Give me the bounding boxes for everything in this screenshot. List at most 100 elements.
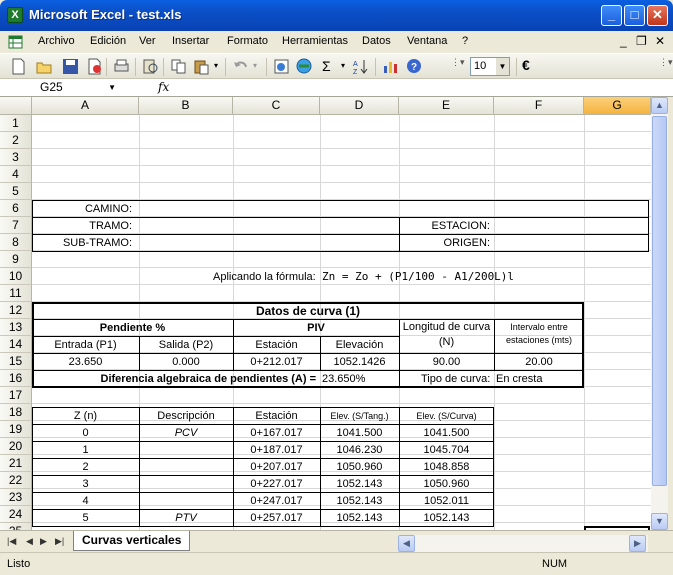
row-header-2[interactable]: 2: [0, 132, 32, 149]
table-cell[interactable]: [139, 476, 233, 493]
table-cell[interactable]: 0+227.017: [233, 476, 320, 493]
table-cell[interactable]: 3: [32, 476, 139, 493]
undo-dropdown-icon[interactable]: ▾: [253, 61, 257, 70]
menu-edicion[interactable]: Edición: [90, 35, 126, 47]
doc-restore-button[interactable]: ❐: [636, 34, 647, 48]
scroll-up-icon[interactable]: ▲: [651, 97, 668, 114]
paste-dropdown-icon[interactable]: ▾: [214, 61, 218, 70]
row-header-19[interactable]: 19: [0, 421, 32, 438]
euro-icon[interactable]: €: [522, 57, 530, 73]
sheet-tab-curvas-verticales[interactable]: Curvas verticales: [73, 531, 191, 551]
help-icon[interactable]: ?: [406, 58, 423, 75]
next-sheet-icon[interactable]: ▶: [40, 536, 47, 547]
row-header-11[interactable]: 11: [0, 285, 32, 302]
last-sheet-icon[interactable]: ▶|: [55, 536, 64, 547]
workbook-icon[interactable]: [8, 34, 24, 50]
table-cell[interactable]: 0: [32, 425, 139, 442]
table-cell[interactable]: 1041.500: [320, 425, 399, 442]
table-cell[interactable]: PTV: [139, 510, 233, 527]
row-header-12[interactable]: 12: [0, 302, 32, 319]
worksheet-grid[interactable]: A B C D E F G 1 2 3 4 5 6 7 8 9 10 11 12 13 14 15 16 17 1…: [0, 97, 651, 530]
table-cell[interactable]: 1052.143: [320, 476, 399, 493]
doc-close-button[interactable]: ✕: [655, 34, 665, 48]
name-box[interactable]: G25 ▼: [2, 80, 118, 96]
menu-formato[interactable]: Formato: [227, 35, 268, 47]
row-header-4[interactable]: 4: [0, 166, 32, 183]
col-header-g[interactable]: G: [584, 97, 651, 115]
row-header-7[interactable]: 7: [0, 217, 32, 234]
table-cell[interactable]: 1052.011: [399, 493, 494, 510]
row-header-23[interactable]: 23: [0, 489, 32, 506]
row-header-25[interactable]: 25: [0, 523, 32, 530]
table-cell[interactable]: 0+247.017: [233, 493, 320, 510]
table-cell[interactable]: 1045.704: [399, 442, 494, 459]
col-header-c[interactable]: C: [233, 97, 320, 115]
undo-icon[interactable]: [232, 58, 249, 75]
menu-datos[interactable]: Datos: [362, 35, 391, 47]
col-header-f[interactable]: F: [494, 97, 584, 115]
print-icon[interactable]: [113, 58, 130, 75]
menu-ventana[interactable]: Ventana: [407, 35, 447, 47]
hyperlink-icon[interactable]: [273, 58, 290, 75]
vertical-scroll-thumb[interactable]: [652, 116, 667, 486]
row-header-5[interactable]: 5: [0, 183, 32, 200]
menu-insertar[interactable]: Insertar: [172, 35, 209, 47]
row-header-17[interactable]: 17: [0, 387, 32, 404]
row-header-24[interactable]: 24: [0, 506, 32, 523]
table-cell[interactable]: 1050.960: [399, 476, 494, 493]
maximize-button[interactable]: □: [624, 5, 645, 26]
save-icon[interactable]: [62, 58, 79, 75]
open-icon[interactable]: [36, 58, 53, 75]
row-header-8[interactable]: 8: [0, 234, 32, 251]
toolbar-options-icon[interactable]: ⋮▾: [451, 57, 465, 68]
chart-wizard-icon[interactable]: [382, 58, 399, 75]
table-cell[interactable]: 1: [32, 442, 139, 459]
minimize-button[interactable]: _: [601, 5, 622, 26]
paste-icon[interactable]: [193, 58, 210, 75]
table-cell[interactable]: PCV: [139, 425, 233, 442]
insert-function-icon[interactable]: fx: [158, 80, 169, 94]
horizontal-scrollbar[interactable]: ◀ ▶: [398, 535, 648, 552]
chevron-down-icon[interactable]: ▼: [108, 83, 116, 92]
toolbar-options-icon[interactable]: ⋮▾: [659, 57, 673, 68]
piv-estacion-value[interactable]: 0+212.017: [233, 354, 320, 371]
copy-icon[interactable]: [170, 58, 187, 75]
scroll-left-icon[interactable]: ◀: [398, 535, 415, 552]
row-header-18[interactable]: 18: [0, 404, 32, 421]
excel-app-icon[interactable]: X: [7, 7, 23, 23]
autosum-dropdown-icon[interactable]: ▾: [341, 61, 345, 70]
row-header-10[interactable]: 10: [0, 268, 32, 285]
row-header-9[interactable]: 9: [0, 251, 32, 268]
table-cell[interactable]: 0+207.017: [233, 459, 320, 476]
row-header-14[interactable]: 14: [0, 336, 32, 353]
row-header-22[interactable]: 22: [0, 472, 32, 489]
col-header-e[interactable]: E: [399, 97, 494, 115]
sort-ascending-icon[interactable]: AZ: [352, 58, 369, 75]
table-cell[interactable]: [139, 442, 233, 459]
col-header-b[interactable]: B: [139, 97, 233, 115]
research-icon[interactable]: [142, 58, 159, 75]
menu-ver[interactable]: Ver: [139, 35, 156, 47]
chevron-down-icon[interactable]: ▼: [496, 58, 509, 75]
col-header-a[interactable]: A: [32, 97, 139, 115]
table-cell[interactable]: 0+257.017: [233, 510, 320, 527]
table-cell[interactable]: 1052.143: [320, 493, 399, 510]
table-cell[interactable]: 1052.143: [399, 510, 494, 527]
menu-archivo[interactable]: Archivo: [38, 35, 75, 47]
row-header-16[interactable]: 16: [0, 370, 32, 387]
salida-value[interactable]: 0.000: [139, 354, 233, 371]
font-size-select[interactable]: 10 ▼: [470, 57, 510, 76]
entrada-value[interactable]: 23.650: [32, 354, 139, 371]
row-header-13[interactable]: 13: [0, 319, 32, 336]
col-header-d[interactable]: D: [320, 97, 399, 115]
longitud-value[interactable]: 90.00: [399, 354, 494, 371]
new-icon[interactable]: [10, 58, 27, 75]
row-header-21[interactable]: 21: [0, 455, 32, 472]
row-header-6[interactable]: 6: [0, 200, 32, 217]
table-cell[interactable]: [139, 493, 233, 510]
row-header-3[interactable]: 3: [0, 149, 32, 166]
vertical-scrollbar[interactable]: ▲ ▼: [651, 97, 668, 530]
table-cell[interactable]: 1041.500: [399, 425, 494, 442]
permission-icon[interactable]: [86, 58, 103, 75]
table-cell[interactable]: 1048.858: [399, 459, 494, 476]
